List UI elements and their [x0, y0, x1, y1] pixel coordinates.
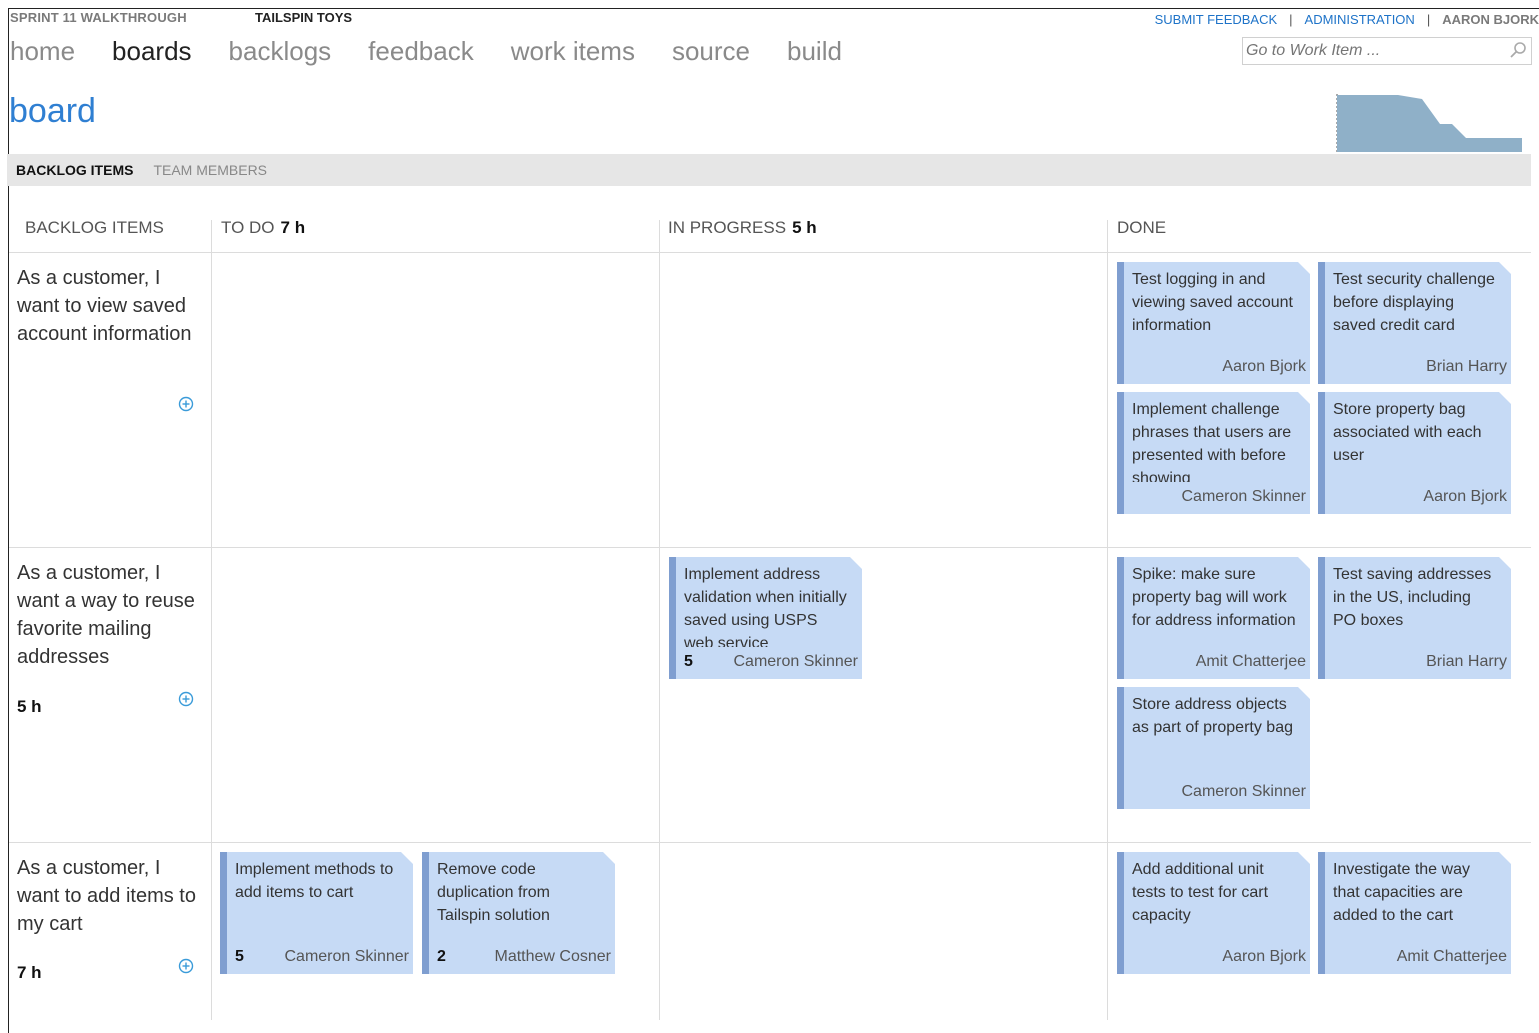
- nav-home[interactable]: home: [10, 36, 75, 67]
- task-card[interactable]: Test logging in and viewing saved accoun…: [1117, 262, 1310, 384]
- card-corner: [1499, 392, 1511, 404]
- card-corner: [1499, 262, 1511, 274]
- column-header-done: DONE: [1117, 218, 1166, 238]
- card-corner: [1298, 687, 1310, 699]
- card-corner: [1298, 852, 1310, 864]
- work-item-search: [1242, 37, 1532, 65]
- task-owner[interactable]: Aaron Bjork: [1423, 488, 1507, 506]
- column-header-backlog: BACKLOG ITEMS: [25, 218, 164, 238]
- task-title: Test security challenge before displayin…: [1333, 271, 1495, 334]
- backlog-item-title[interactable]: As a customer, I want to add items to my…: [17, 854, 202, 938]
- task-remaining: 2: [437, 948, 446, 965]
- card-corner: [850, 557, 862, 569]
- backlog-item-hours: 5 h: [17, 697, 42, 716]
- task-card[interactable]: Store property bag associated with each …: [1318, 392, 1511, 514]
- row-divider: [9, 547, 1531, 548]
- task-title: Test logging in and viewing saved accoun…: [1132, 271, 1293, 334]
- nav-source[interactable]: source: [672, 36, 750, 67]
- backlog-item-title[interactable]: As a customer, I want to view saved acco…: [17, 264, 202, 348]
- column-hours: 7 h: [280, 218, 306, 237]
- task-owner[interactable]: Cameron Skinner: [1182, 488, 1307, 506]
- column-hours: 5 h: [792, 218, 817, 237]
- project-name[interactable]: SPRINT 11 WALKTHROUGH: [10, 10, 187, 25]
- row-divider: [9, 842, 1531, 843]
- task-owner[interactable]: Cameron Skinner: [285, 948, 410, 966]
- nav-work-items[interactable]: work items: [511, 36, 635, 67]
- card-corner: [1298, 392, 1310, 404]
- tab-team-members[interactable]: TEAM MEMBERS: [153, 162, 267, 178]
- task-owner[interactable]: Amit Chatterjee: [1196, 653, 1306, 671]
- card-corner: [401, 852, 413, 864]
- main-nav: home boards backlogs feedback work items…: [10, 36, 879, 67]
- team-name[interactable]: TAILSPIN TOYS: [255, 10, 352, 25]
- separator: |: [1289, 12, 1293, 27]
- board-view-tabs: BACKLOG ITEMS TEAM MEMBERS: [7, 154, 1531, 186]
- task-owner[interactable]: Matthew Cosner: [495, 948, 612, 966]
- search-input[interactable]: [1243, 38, 1493, 64]
- add-task-icon[interactable]: [178, 691, 194, 707]
- task-title: Implement challenge phrases that users a…: [1132, 401, 1292, 482]
- search-icon[interactable]: [1509, 41, 1527, 59]
- burndown-chart-icon[interactable]: [1336, 88, 1522, 154]
- task-title: Investigate the way that capacities are …: [1333, 861, 1470, 924]
- row-divider: [9, 252, 1531, 253]
- task-card[interactable]: Implement address validation when initia…: [669, 557, 862, 679]
- backlog-item-hours: 7 h: [17, 963, 42, 982]
- task-card[interactable]: Test security challenge before displayin…: [1318, 262, 1511, 384]
- task-title: Remove code duplication from Tailspin so…: [437, 861, 550, 924]
- page-title: board: [9, 92, 96, 130]
- task-remaining: 5: [684, 653, 693, 670]
- task-owner[interactable]: Cameron Skinner: [1182, 783, 1307, 801]
- add-task-icon[interactable]: [178, 958, 194, 974]
- card-corner: [1298, 262, 1310, 274]
- user-name[interactable]: AARON BJORK: [1442, 12, 1539, 27]
- task-title: Spike: make sure property bag will work …: [1132, 566, 1296, 629]
- task-title: Implement methods to add items to cart: [235, 861, 394, 901]
- column-label: DONE: [1117, 218, 1167, 237]
- task-card[interactable]: Investigate the way that capacities are …: [1318, 852, 1511, 974]
- task-owner[interactable]: Brian Harry: [1426, 358, 1507, 376]
- column-header-todo: TO DO 7 h: [221, 218, 305, 238]
- card-corner: [603, 852, 615, 864]
- add-task-icon[interactable]: [178, 396, 194, 412]
- task-title: Add additional unit tests to test for ca…: [1132, 861, 1269, 924]
- column-divider: [1107, 220, 1108, 1020]
- tab-backlog-items[interactable]: BACKLOG ITEMS: [16, 162, 133, 178]
- column-divider: [211, 220, 212, 1020]
- nav-boards[interactable]: boards: [112, 36, 192, 67]
- task-owner[interactable]: Amit Chatterjee: [1397, 948, 1507, 966]
- separator: |: [1426, 12, 1431, 27]
- task-owner[interactable]: Brian Harry: [1426, 653, 1507, 671]
- card-corner: [1499, 557, 1511, 569]
- column-divider: [659, 220, 660, 1020]
- backlog-item-title[interactable]: As a customer, I want a way to reuse fav…: [17, 559, 202, 671]
- nav-backlogs[interactable]: backlogs: [229, 36, 332, 67]
- card-corner: [1298, 557, 1310, 569]
- column-label: BACKLOG ITEMS: [25, 218, 164, 237]
- task-title: Store address objects as part of propert…: [1132, 696, 1293, 736]
- task-card[interactable]: Test saving addresses in the US, includi…: [1318, 557, 1511, 679]
- column-header-in-progress: IN PROGRESS 5 h: [668, 218, 817, 238]
- nav-feedback[interactable]: feedback: [368, 36, 474, 67]
- task-title: Store property bag associated with each …: [1333, 401, 1482, 464]
- column-label: IN PROGRESS: [668, 218, 787, 237]
- task-owner[interactable]: Aaron Bjork: [1222, 358, 1306, 376]
- task-card[interactable]: Store address objects as part of propert…: [1117, 687, 1310, 809]
- administration-link[interactable]: ADMINISTRATION: [1305, 12, 1415, 27]
- task-card[interactable]: Remove code duplication from Tailspin so…: [422, 852, 615, 974]
- task-owner[interactable]: Cameron Skinner: [734, 653, 859, 671]
- task-card[interactable]: Add additional unit tests to test for ca…: [1117, 852, 1310, 974]
- task-title: Test saving addresses in the US, includi…: [1333, 566, 1492, 629]
- task-remaining: 5: [235, 948, 244, 965]
- submit-feedback-link[interactable]: SUBMIT FEEDBACK: [1155, 12, 1278, 27]
- card-corner: [1499, 852, 1511, 864]
- task-owner[interactable]: Aaron Bjork: [1222, 948, 1306, 966]
- top-links: SUBMIT FEEDBACK | ADMINISTRATION | AARON BJO…: [1155, 12, 1539, 27]
- task-card[interactable]: Implement challenge phrases that users a…: [1117, 392, 1310, 514]
- task-card[interactable]: Implement methods to add items to cart 5…: [220, 852, 413, 974]
- column-label: TO DO: [221, 218, 275, 237]
- task-title: Implement address validation when initia…: [684, 566, 847, 647]
- nav-build[interactable]: build: [787, 36, 842, 67]
- task-card[interactable]: Spike: make sure property bag will work …: [1117, 557, 1310, 679]
